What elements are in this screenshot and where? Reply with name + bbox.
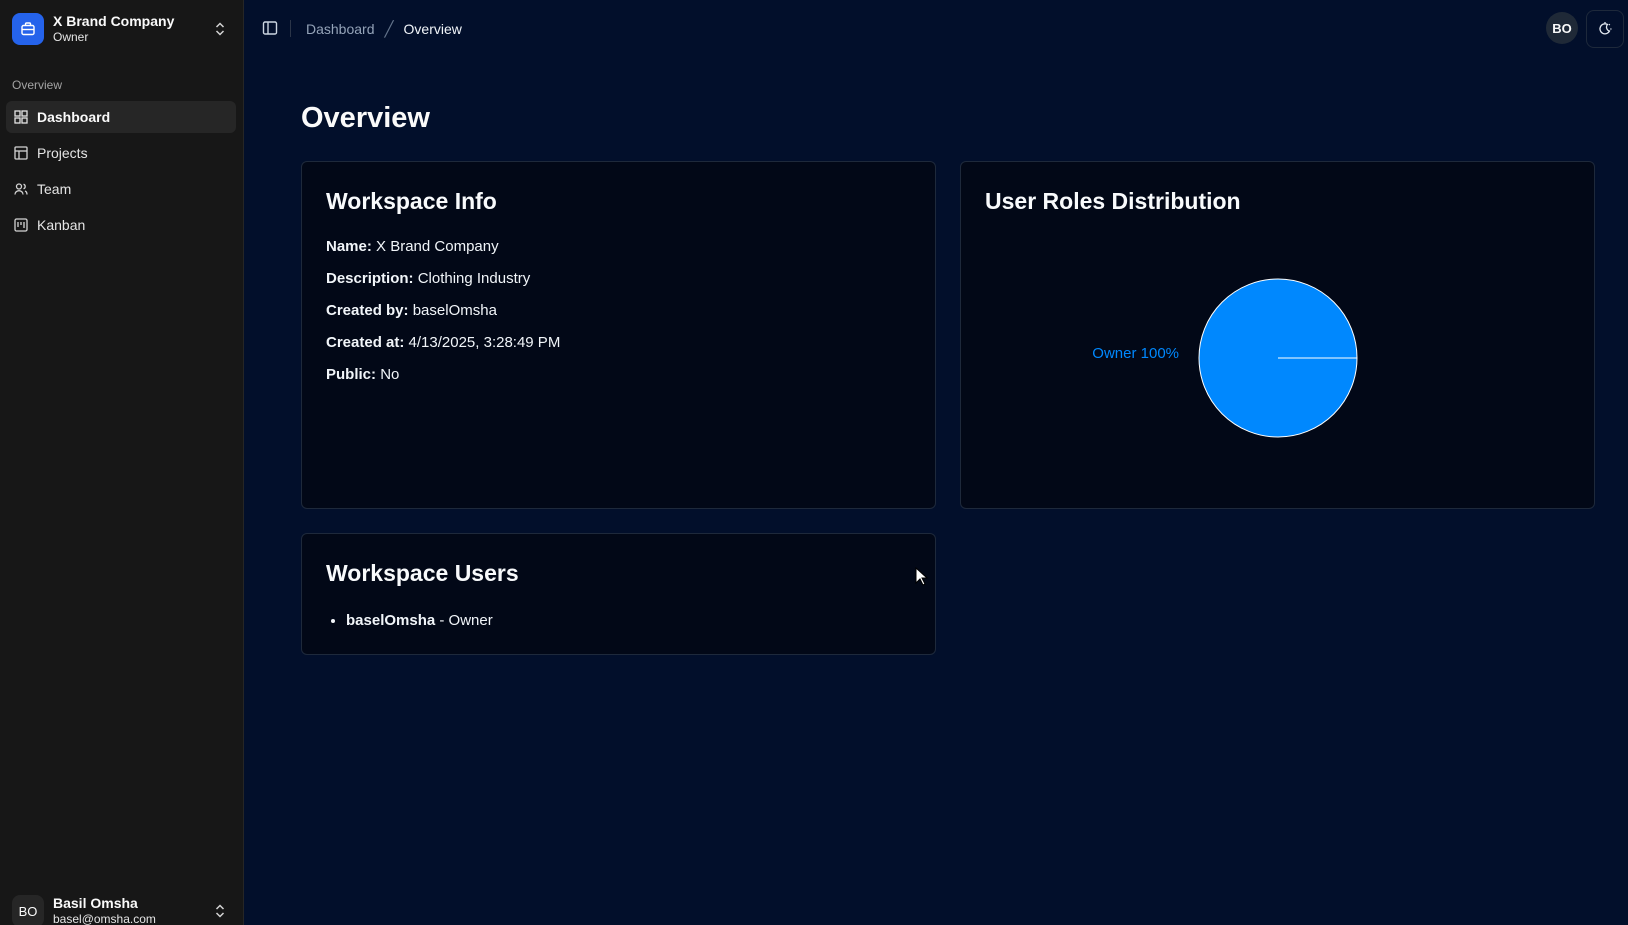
users-list: baselOmsha - Owner [346,612,493,629]
sidebar-item-team[interactable]: Team [6,173,236,205]
briefcase-icon [12,13,44,45]
header-divider [290,20,291,37]
sidebar-item-label: Dashboard [37,109,111,125]
info-value: Clothing Industry [417,270,531,287]
roles-pie-chart: Owner 100% [1092,278,1358,438]
workspace-role: Owner [53,30,89,45]
header-avatar[interactable]: BO [1546,12,1578,44]
info-value: baselOmsha [412,302,497,319]
list-item: baselOmsha - Owner [346,612,493,629]
panel-left-icon [262,21,278,35]
kanban-icon [14,218,28,232]
info-row-created-at: Created at: 4/13/2025, 3:28:49 PM [326,334,560,366]
info-label: Description: [326,270,414,287]
breadcrumb-separator-icon: ╱ [384,21,394,38]
breadcrumb-current: Overview [403,21,462,37]
nav-group-label: Overview [12,78,63,92]
chevrons-up-down-icon [215,904,225,918]
workspace-switcher[interactable]: X Brand Company Owner [12,12,234,46]
card-title: Workspace Users [326,560,519,586]
page-title: Overview [301,102,430,134]
workspace-info-list: Name: X Brand Company Description: Cloth… [326,238,560,398]
user-menu[interactable]: BO Basil Omsha basel@omsha.com [12,894,234,925]
sidebar-item-kanban[interactable]: Kanban [6,209,236,241]
workspace-info-card: Workspace Info Name: X Brand Company Des… [301,161,936,509]
sidebar-item-label: Kanban [37,217,86,233]
layout-grid-icon [14,110,28,124]
info-row-description: Description: Clothing Industry [326,270,560,302]
info-value: X Brand Company [376,238,499,255]
info-row-public: Public: No [326,366,560,398]
info-value: No [380,366,400,383]
user-list-role: - Owner [439,612,493,629]
moon-sun-icon [1599,22,1612,35]
info-label: Public: [326,366,377,383]
sidebar-toggle-button[interactable] [260,18,280,38]
pie-data-label: Owner 100% [1092,345,1179,362]
workspace-name: X Brand Company [53,13,175,30]
info-row-created-by: Created by: baselOmsha [326,302,560,334]
mouse-cursor-icon [915,567,929,586]
info-row-name: Name: X Brand Company [326,238,560,270]
users-icon [14,183,28,195]
breadcrumb: Dashboard ╱ Overview [306,20,462,38]
chevrons-up-down-icon [215,22,225,36]
sidebar-item-label: Projects [37,145,88,161]
user-email: basel@omsha.com [53,912,156,925]
sidebar-item-dashboard[interactable]: Dashboard [6,101,236,133]
info-label: Created by: [326,302,409,319]
info-label: Name: [326,238,372,255]
breadcrumb-dashboard-link[interactable]: Dashboard [306,21,375,37]
sidebar: X Brand Company Owner Overview Dashboard… [0,0,244,925]
sidebar-item-label: Team [37,181,72,197]
user-info: Basil Omsha basel@omsha.com [53,895,212,925]
avatar: BO [12,895,44,925]
user-list-name: baselOmsha [346,612,436,629]
theme-toggle-button[interactable] [1586,10,1624,48]
info-label: Created at: [326,334,405,351]
user-roles-card: User Roles Distribution Owner 100% [960,161,1595,509]
user-name: Basil Omsha [53,895,138,912]
top-header: Dashboard ╱ Overview BO [244,0,1628,58]
card-title: Workspace Info [326,188,497,214]
info-value: 4/13/2025, 3:28:49 PM [408,334,561,351]
sidebar-item-projects[interactable]: Projects [6,137,236,169]
workspace-users-card: Workspace Users baselOmsha - Owner [301,533,936,655]
table-icon [14,146,28,160]
workspace-info: X Brand Company Owner [53,13,212,44]
sidebar-nav: Dashboard Projects Team Kanban [6,101,236,245]
